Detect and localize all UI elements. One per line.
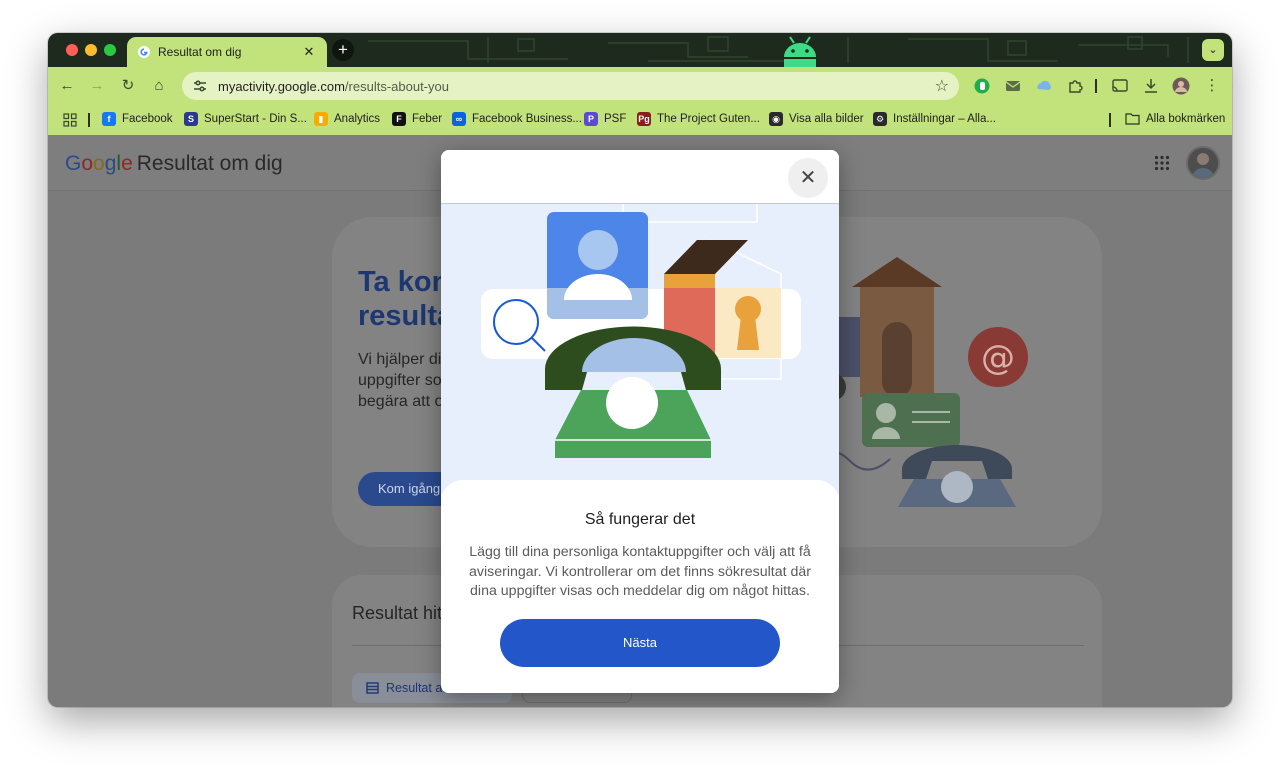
- profile-avatar-icon[interactable]: [1172, 77, 1190, 95]
- feber-icon: F: [392, 112, 406, 126]
- bookmark-item[interactable]: ▮ Analytics: [314, 112, 380, 126]
- dialog-content: Så fungerar det Lägg till dina personlig…: [441, 480, 839, 693]
- google-brand: Google Resultat om dig: [65, 152, 283, 176]
- psf-icon: P: [584, 112, 598, 126]
- tab-close-icon[interactable]: ✕: [301, 44, 317, 60]
- tab-title: Resultat om dig: [158, 45, 242, 59]
- google-apps-icon[interactable]: [1154, 155, 1170, 171]
- chrome-menu-icon[interactable]: ⋮: [1202, 76, 1222, 96]
- cloud-extension-icon[interactable]: [1035, 77, 1053, 95]
- meta-icon: ∞: [452, 112, 466, 126]
- next-button[interactable]: Nästa: [500, 619, 780, 667]
- account-avatar[interactable]: [1186, 146, 1220, 180]
- bookmark-item[interactable]: ◉ Visa alla bilder: [769, 112, 864, 126]
- bookmarks-separator: [88, 113, 90, 127]
- close-dialog-button[interactable]: ✕: [788, 158, 828, 198]
- globe-icon: ◉: [769, 112, 783, 126]
- back-button[interactable]: ←: [57, 76, 77, 96]
- bookmark-label: PSF: [604, 113, 627, 125]
- site-settings-icon[interactable]: [192, 78, 208, 94]
- bookmark-label: Analytics: [334, 113, 381, 125]
- folder-icon: [1125, 113, 1140, 125]
- bookmarks-separator-right: [1109, 113, 1111, 127]
- maximize-window-button[interactable]: [104, 44, 116, 56]
- minimize-window-button[interactable]: [85, 44, 97, 56]
- toolbar: ← → ↻ ⌂ myactivity.google.com /results-a…: [48, 67, 1232, 105]
- results-title: Resultat hitt: [352, 603, 448, 623]
- gear-icon: ⚙: [873, 112, 887, 126]
- analytics-icon: ▮: [314, 112, 328, 126]
- bookmark-label: SuperStart - Din S...: [204, 113, 307, 125]
- bookmark-label: Feber: [412, 113, 443, 125]
- close-window-button[interactable]: [66, 44, 78, 56]
- bookmark-label: The Project Guten...: [657, 113, 760, 125]
- address-bar[interactable]: myactivity.google.com /results-about-you…: [182, 72, 959, 100]
- title-bar: Resultat om dig ✕ + ⌄: [48, 33, 1232, 67]
- browser-window: Resultat om dig ✕ + ⌄ ← → ↻ ⌂ myactivity…: [48, 33, 1232, 707]
- home-button[interactable]: ⌂: [149, 76, 169, 96]
- cast-icon[interactable]: [1111, 77, 1129, 95]
- google-logo: Google: [65, 152, 133, 175]
- svg-text:@: @: [981, 338, 1015, 378]
- url-path: /results-about-you: [344, 78, 449, 94]
- account-avatar-icon: [1192, 153, 1214, 178]
- extension-green-icon[interactable]: [973, 77, 991, 95]
- all-bookmarks-label: Alla bokmärken: [1146, 112, 1226, 125]
- list-icon: [366, 682, 379, 694]
- new-tab-button[interactable]: +: [332, 39, 354, 61]
- results-filter-chip-label: Resultat a: [386, 681, 443, 695]
- dialog-description: Lägg till dina personliga kontaktuppgift…: [469, 544, 811, 599]
- bookmark-label: Visa alla bilder: [789, 113, 864, 125]
- mail-extension-icon[interactable]: [1004, 77, 1022, 95]
- tab-search-chevron-icon[interactable]: ⌄: [1202, 39, 1224, 61]
- contact-info-illustration: [481, 204, 801, 458]
- bookmark-item[interactable]: ∞ Facebook Business...: [452, 112, 582, 126]
- bookmark-item[interactable]: F Feber: [392, 112, 442, 126]
- hero-illustration: @: [802, 257, 1028, 507]
- bookmark-item[interactable]: ⚙ Inställningar – Alla...: [873, 112, 996, 126]
- bookmark-item[interactable]: f Facebook: [102, 112, 173, 126]
- how-it-works-dialog: ✕ Så fungerar det Lägg till dina personl…: [441, 150, 839, 693]
- download-icon[interactable]: [1142, 77, 1160, 95]
- bookmark-label: Facebook Business...: [472, 113, 582, 125]
- gutenberg-icon: Pg: [637, 112, 651, 126]
- superstart-icon: S: [184, 112, 198, 126]
- bookmark-item[interactable]: S SuperStart - Din S...: [184, 112, 307, 126]
- facebook-icon: f: [102, 112, 116, 126]
- product-name: Resultat om dig: [136, 152, 283, 175]
- android-theme-icon: [784, 36, 816, 67]
- bookmark-item[interactable]: P PSF: [584, 112, 626, 126]
- bookmark-star-icon[interactable]: ☆: [935, 76, 949, 96]
- dialog-header: ✕: [441, 150, 839, 204]
- url-domain: myactivity.google.com: [218, 78, 345, 94]
- google-favicon-icon: [138, 46, 150, 58]
- forward-button[interactable]: →: [87, 76, 107, 96]
- bookmarks-bar: f Facebook S SuperStart - Din S... ▮ Analytic…: [48, 105, 1232, 135]
- bookmark-label: Inställningar – Alla...: [893, 113, 996, 125]
- apps-shortcut-icon[interactable]: [63, 113, 77, 127]
- toolbar-separator: [1095, 79, 1097, 93]
- bookmark-label: Facebook: [122, 113, 173, 125]
- bookmark-item[interactable]: Pg The Project Guten...: [637, 112, 760, 126]
- extensions-puzzle-icon[interactable]: [1066, 77, 1084, 95]
- dialog-title: Så fungerar det: [584, 511, 696, 528]
- all-bookmarks-button[interactable]: Alla bokmärken: [1125, 112, 1225, 125]
- reload-button[interactable]: ↻: [118, 76, 138, 96]
- tab-resultat-om-dig[interactable]: Resultat om dig ✕: [127, 37, 327, 67]
- dialog-illustration: [441, 204, 839, 494]
